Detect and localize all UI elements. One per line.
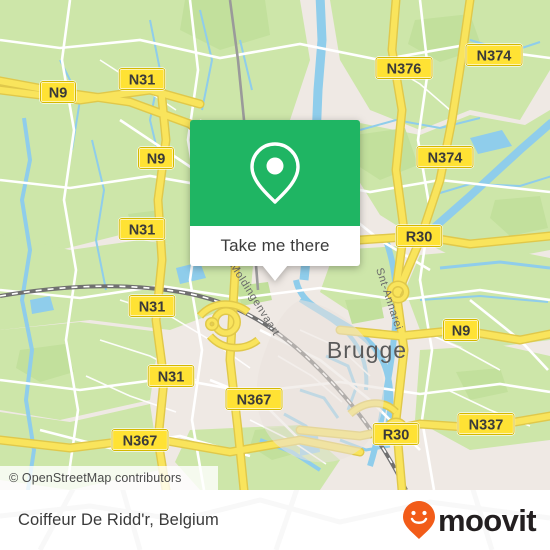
road-shield-r30-11: R30 bbox=[395, 224, 443, 248]
road-shield-label: N9 bbox=[49, 85, 68, 101]
road-shield-n367-6: N367 bbox=[110, 428, 170, 452]
road-shield-label: N31 bbox=[139, 299, 166, 315]
osm-attribution-text: © OpenStreetMap contributors bbox=[9, 471, 182, 485]
road-shield-n376-8: N376 bbox=[374, 56, 434, 80]
road-shield-label: N367 bbox=[123, 433, 158, 449]
place-title: Coiffeur De Ridd'r, Belgium bbox=[18, 510, 219, 529]
take-me-there-popup[interactable]: Take me there bbox=[190, 120, 360, 281]
road-shield-n31-3: N31 bbox=[118, 217, 166, 241]
road-shield-n9-0: N9 bbox=[39, 80, 77, 104]
road-shield-n374-9: N374 bbox=[464, 43, 524, 67]
popup-header bbox=[190, 120, 360, 226]
popup-tail bbox=[262, 265, 288, 281]
road-shield-label: N31 bbox=[129, 222, 156, 238]
road-shield-label: N9 bbox=[452, 323, 471, 339]
road-shield-n31-1: N31 bbox=[118, 67, 166, 91]
road-shield-n9-2: N9 bbox=[137, 146, 175, 170]
take-me-there-label: Take me there bbox=[220, 236, 330, 255]
road-shield-label: N31 bbox=[158, 369, 185, 385]
road-shield-label: N367 bbox=[237, 392, 272, 408]
moovit-smiley-pin-icon bbox=[402, 501, 435, 539]
popup-cta-bar[interactable]: Take me there bbox=[190, 226, 360, 266]
moovit-wordmark: moovit bbox=[437, 502, 537, 538]
osm-attribution[interactable]: © OpenStreetMap contributors bbox=[0, 466, 218, 490]
road-shield-n31-4: N31 bbox=[128, 294, 176, 318]
road-shield-label: N374 bbox=[477, 48, 512, 64]
map-screenshot: Brugge Moldingenvaart Snt-Annarei N9 N31 N9… bbox=[0, 0, 550, 550]
road-shield-n367-7: N367 bbox=[224, 387, 284, 411]
map-city-label: Brugge bbox=[327, 337, 407, 363]
road-shield-n9-12: N9 bbox=[442, 318, 480, 342]
moovit-logo[interactable]: moovit bbox=[402, 500, 537, 540]
location-pin-icon bbox=[250, 142, 300, 204]
road-shield-label: R30 bbox=[383, 427, 410, 443]
road-shield-n31-5: N31 bbox=[147, 364, 195, 388]
road-shield-label: N376 bbox=[387, 61, 422, 77]
road-shield-r30-13: R30 bbox=[372, 422, 420, 446]
road-shield-n374-10: N374 bbox=[415, 145, 475, 169]
road-shield-n337-14: N337 bbox=[456, 412, 516, 436]
road-shield-label: N374 bbox=[428, 150, 463, 166]
road-shield-label: R30 bbox=[406, 229, 433, 245]
road-shield-label: N337 bbox=[469, 417, 504, 433]
footer-bar: Coiffeur De Ridd'r, Belgium moovit bbox=[0, 490, 550, 550]
road-shield-label: N9 bbox=[147, 151, 166, 167]
road-shield-label: N31 bbox=[129, 72, 156, 88]
